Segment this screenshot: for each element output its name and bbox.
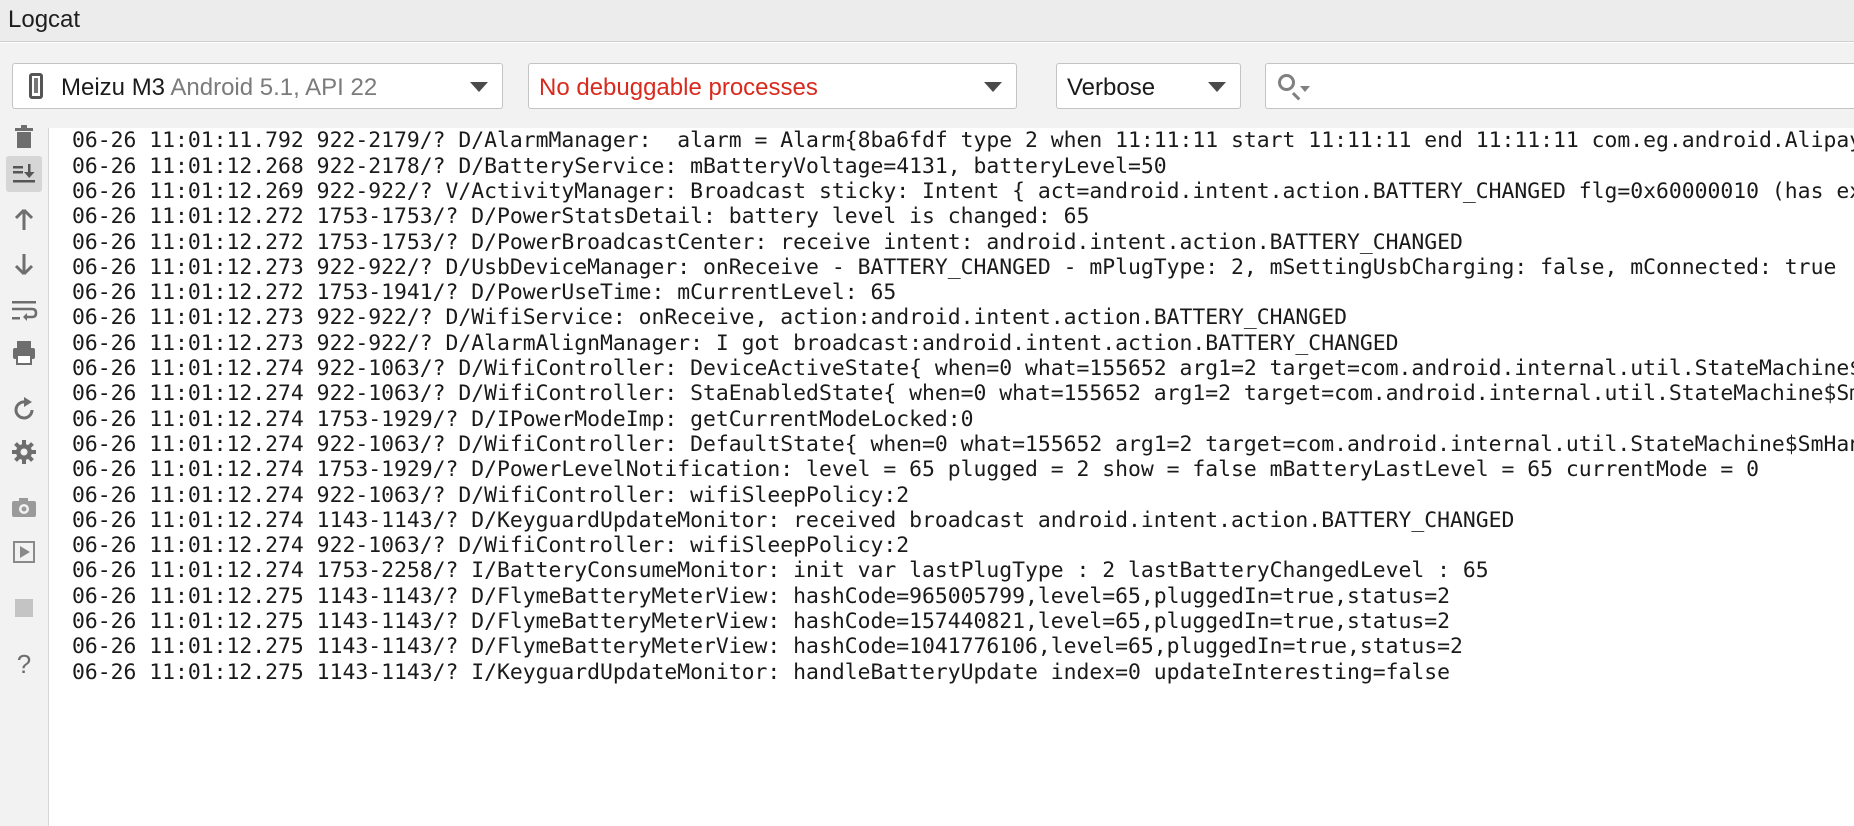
stop-icon (15, 599, 33, 617)
logcat-output[interactable]: 06-26 11:01:11.790 922-2179/? V/AlarmMan… (50, 128, 1854, 826)
print-button[interactable] (6, 334, 42, 370)
trash-icon (15, 125, 33, 148)
search-input[interactable] (1318, 70, 1854, 104)
restart-icon (14, 397, 34, 420)
screen-record-button[interactable] (6, 534, 42, 570)
search-icon[interactable] (1278, 74, 1295, 91)
clear-logcat-button[interactable] (6, 118, 42, 154)
gear-icon (12, 440, 36, 464)
help-button[interactable]: ? (6, 646, 42, 682)
soft-wrap-icon (12, 301, 38, 321)
search-history-caret-icon[interactable] (1300, 86, 1310, 92)
chevron-down-icon (470, 82, 488, 92)
log-level-dropdown[interactable]: Verbose (1056, 63, 1241, 109)
arrow-down-icon (14, 254, 34, 276)
log-line: 06-26 11:01:12.275 1143-1143/? I/Keyguar… (72, 659, 1450, 685)
svg-text:?: ? (17, 649, 31, 679)
screen-capture-button[interactable] (6, 489, 42, 525)
process-dropdown[interactable]: No debuggable processes (528, 63, 1017, 109)
settings-button[interactable] (6, 434, 42, 470)
logcat-side-toolbar: ? (0, 125, 49, 826)
camera-icon (12, 498, 36, 517)
window-title: Logcat (8, 6, 81, 33)
down-button[interactable] (6, 246, 42, 282)
process-value: No debuggable processes (539, 74, 818, 101)
stop-button[interactable] (6, 590, 42, 626)
search-box[interactable] (1265, 63, 1854, 109)
up-button[interactable] (6, 202, 42, 238)
soft-wrap-button[interactable] (6, 292, 42, 328)
print-icon (13, 341, 35, 365)
arrow-up-icon (14, 208, 34, 230)
phone-icon (29, 73, 43, 99)
scroll-to-end-icon (13, 164, 35, 183)
device-name: Meizu M3 Android 5.1, API 22 (61, 74, 378, 101)
logcat-toolbar: Meizu M3 Android 5.1, API 22 No debuggab… (0, 43, 1854, 128)
window-titlebar: Logcat (0, 0, 1854, 42)
device-dropdown[interactable]: Meizu M3 Android 5.1, API 22 (12, 63, 503, 109)
help-icon: ? (17, 649, 31, 679)
log-level-value: Verbose (1067, 74, 1156, 101)
scroll-to-end-button[interactable] (6, 156, 42, 192)
restart-button[interactable] (6, 392, 42, 428)
device-details: Android 5.1, API 22 (170, 74, 378, 101)
screen-record-icon (13, 541, 35, 563)
chevron-down-icon (984, 82, 1002, 92)
chevron-down-icon (1208, 82, 1226, 92)
